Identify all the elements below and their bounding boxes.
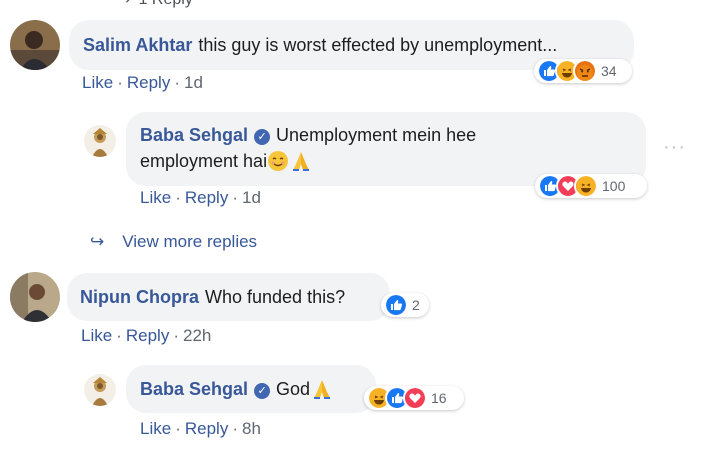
reply-arrow-icon: ↪ — [118, 0, 131, 8]
options-ellipsis-icon[interactable]: ··· — [663, 136, 686, 159]
comment-bubble-baba-2: Baba Sehgal ✓ God — [126, 365, 376, 413]
angry-reaction-icon — [573, 59, 597, 83]
view-more-replies-link[interactable]: ↪ View more replies — [90, 232, 257, 252]
top-reply-link[interactable]: ↪1 Reply — [118, 0, 193, 9]
avatar-salim-image — [10, 20, 60, 70]
reaction-count: 2 — [412, 297, 420, 313]
comment-text: God — [276, 379, 311, 399]
like-link[interactable]: Like — [140, 419, 171, 438]
avatar-baba-sehgal[interactable] — [84, 374, 116, 406]
timestamp[interactable]: 1d — [242, 188, 261, 207]
avatar-salim[interactable] — [10, 20, 60, 70]
reaction-summary[interactable]: 2 — [381, 293, 429, 317]
verified-badge-icon: ✓ — [254, 129, 271, 145]
comment-actions: Like · Reply · 22h — [81, 326, 212, 345]
comment-actions: Like · Reply · 1d — [140, 188, 261, 207]
reaction-summary[interactable]: 100 — [535, 174, 647, 198]
avatar-baba-image — [84, 374, 116, 406]
reaction-count: 100 — [602, 178, 626, 194]
timestamp[interactable]: 1d — [184, 73, 203, 92]
reply-link[interactable]: Reply — [127, 73, 170, 92]
verified-badge-icon: ✓ — [254, 383, 271, 399]
comment-text: Who funded this? — [205, 287, 346, 307]
like-link[interactable]: Like — [82, 73, 113, 92]
like-link[interactable]: Like — [140, 188, 171, 207]
like-link[interactable]: Like — [81, 326, 112, 345]
reply-link[interactable]: Reply — [126, 326, 169, 345]
comment-bubble-nipun: Nipun Chopra Who funded this? — [67, 273, 390, 321]
folded-hands-emoji-icon — [314, 380, 331, 399]
timestamp[interactable]: 8h — [242, 419, 261, 438]
comment-text-line1: Unemployment mein hee — [276, 125, 477, 145]
folded-hands-emoji-icon — [293, 152, 310, 171]
avatar-nipun[interactable] — [10, 272, 60, 322]
avatar-baba-image — [84, 125, 116, 157]
reaction-count: 16 — [431, 390, 447, 406]
avatar-nipun-image — [10, 272, 60, 322]
view-more-replies-label: View more replies — [122, 232, 258, 251]
comment-author[interactable]: Salim Akhtar — [83, 35, 192, 55]
comment-text-line2: employment hai — [140, 151, 268, 171]
comment-author[interactable]: Nipun Chopra — [80, 287, 199, 307]
comment-author[interactable]: Baba Sehgal — [140, 379, 248, 399]
comment-author[interactable]: Baba Sehgal — [140, 125, 248, 145]
reaction-summary[interactable]: 16 — [364, 386, 464, 410]
reaction-summary[interactable]: 34 — [534, 59, 632, 83]
reply-link[interactable]: Reply — [185, 419, 228, 438]
like-reaction-icon — [384, 293, 408, 317]
haha-reaction-icon — [574, 174, 598, 198]
timestamp[interactable]: 22h — [183, 326, 211, 345]
comment-actions: Like · Reply · 1d — [82, 73, 203, 92]
reaction-count: 34 — [601, 63, 617, 79]
love-reaction-icon — [403, 386, 427, 410]
smiling-emoji-icon — [268, 151, 289, 171]
reply-link[interactable]: Reply — [185, 188, 228, 207]
avatar-baba-sehgal[interactable] — [84, 125, 116, 157]
reply-arrow-icon: ↪ — [90, 232, 105, 251]
comment-actions: Like · Reply · 8h — [140, 419, 261, 438]
comment-text: this guy is worst effected by unemployme… — [198, 35, 558, 55]
